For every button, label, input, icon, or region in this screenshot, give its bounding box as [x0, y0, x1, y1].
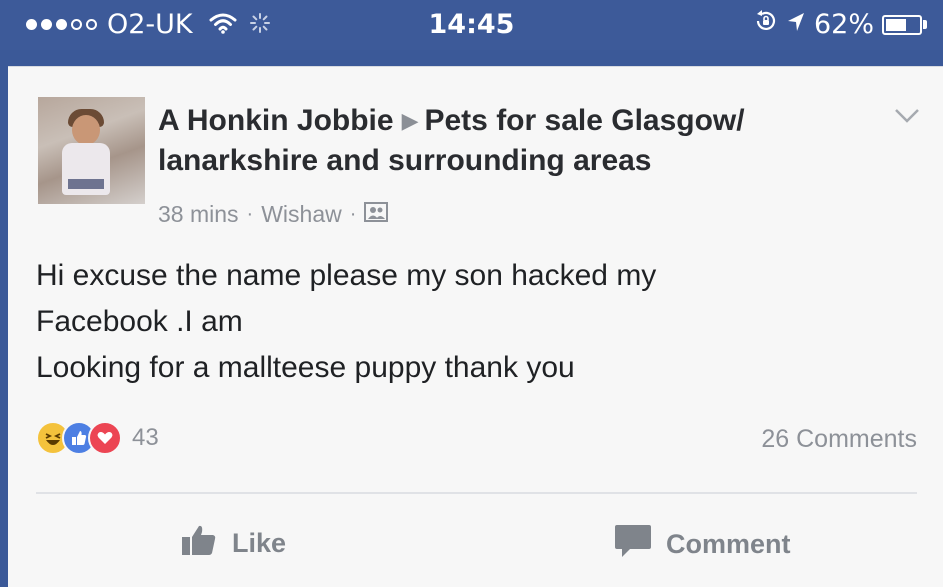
- post-card: A Honkin Jobbie ▶ Pets for sale Glasgow/ l…: [8, 66, 943, 587]
- battery-fill: [886, 18, 906, 31]
- rotation-lock-icon: [754, 9, 778, 40]
- reaction-count: 43: [132, 424, 159, 451]
- battery-body: [882, 14, 922, 35]
- avatar-dress-stripe: [68, 179, 104, 189]
- post-time[interactable]: 38 mins: [158, 201, 239, 228]
- battery-tip: [923, 20, 927, 29]
- comment-button[interactable]: Comment: [614, 523, 791, 566]
- battery-percentage: 62%: [813, 9, 874, 40]
- status-right: 62%: [754, 9, 927, 40]
- message-line: Looking for a mallteese puppy thank you: [36, 351, 575, 384]
- group-name-line2[interactable]: lanarkshire and surrounding areas: [158, 144, 652, 177]
- meta-separator: ·: [246, 203, 254, 225]
- location-icon: [786, 9, 806, 40]
- privacy-group-icon: [364, 201, 389, 228]
- author-name[interactable]: A Honkin Jobbie: [158, 104, 394, 137]
- post-header: A Honkin Jobbie ▶ Pets for sale Glasgow/ l…: [158, 101, 868, 181]
- reactions-summary[interactable]: 43: [36, 421, 159, 455]
- love-icon: [88, 421, 122, 455]
- avatar[interactable]: [38, 97, 145, 204]
- post-meta: 38 mins · Wishaw ·: [158, 201, 389, 228]
- shared-to-arrow-icon: ▶: [401, 108, 419, 133]
- meta-separator: ·: [349, 203, 357, 225]
- comment-label: Comment: [666, 529, 791, 559]
- battery-icon: [882, 14, 927, 35]
- group-name-line1[interactable]: Pets for sale Glasgow/: [424, 104, 744, 137]
- thumbs-up-icon: [180, 523, 218, 564]
- comment-bubble-icon: [614, 523, 652, 566]
- like-button[interactable]: Like: [180, 523, 286, 564]
- like-label: Like: [232, 528, 287, 558]
- chevron-down-icon[interactable]: [893, 107, 921, 130]
- divider: [36, 492, 917, 494]
- comments-count-link[interactable]: 26 Comments: [761, 425, 917, 454]
- message-line: Hi excuse the name please my son hacked …: [36, 259, 657, 292]
- post-message: Hi excuse the name please my son hacked …: [36, 253, 916, 391]
- message-line: Facebook .I am: [36, 305, 243, 338]
- post-location[interactable]: Wishaw: [261, 201, 342, 228]
- avatar-head: [72, 115, 100, 145]
- status-bar: O2-UK 14:45 62%: [0, 0, 943, 50]
